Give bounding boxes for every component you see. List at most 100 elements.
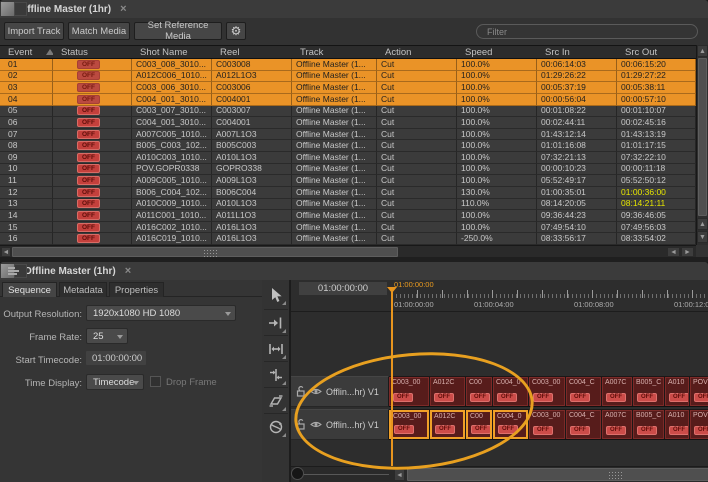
table-row[interactable]: 01OFFC003_008_3010...C003008Offline Mast… bbox=[0, 59, 696, 71]
table-row[interactable]: 08OFFB005_C003_102...B005C003Offline Mas… bbox=[0, 140, 696, 152]
timeline-clip[interactable]: A007COFF bbox=[602, 377, 632, 406]
eye-icon[interactable] bbox=[310, 387, 322, 396]
close-icon[interactable]: × bbox=[120, 3, 126, 15]
lock-open-icon[interactable] bbox=[296, 419, 306, 430]
scroll-up2-icon[interactable]: ▲ bbox=[697, 218, 708, 230]
tab-sequence[interactable]: Sequence bbox=[2, 282, 57, 297]
scroll-right-icon[interactable]: ► bbox=[681, 247, 694, 257]
timeline-clip[interactable]: A007COFF bbox=[602, 410, 632, 439]
scroll-left-icon[interactable]: ◄ bbox=[394, 469, 405, 481]
table-row[interactable]: 07OFFA007C005_1010...A007L1O3Offline Mas… bbox=[0, 129, 696, 141]
timeline-clip[interactable]: C003_00OFF bbox=[389, 410, 429, 439]
track-2-lane[interactable]: C003_00OFFA012COFFC00OFFC004_0OFFC003_00… bbox=[389, 409, 708, 440]
playhead-line[interactable] bbox=[391, 288, 393, 466]
zoom-slider-knob[interactable] bbox=[291, 467, 304, 480]
table-h-scroll-thumb[interactable] bbox=[12, 247, 398, 257]
column-header-reel[interactable]: Reel bbox=[212, 46, 292, 58]
table-v-scrollbar[interactable]: ▲ ▲ ▼ bbox=[696, 45, 708, 257]
column-header-srcout[interactable]: Src Out bbox=[617, 46, 696, 58]
filter-input[interactable] bbox=[476, 24, 698, 39]
cell-srcout: 01:29:27:22 bbox=[617, 71, 696, 83]
lock-open-icon[interactable] bbox=[296, 386, 306, 397]
gear-icon[interactable]: ⚙ bbox=[226, 22, 246, 40]
timeline-clip[interactable]: A012COFF bbox=[430, 410, 465, 439]
timeline-clip[interactable]: A010OFF bbox=[665, 410, 689, 439]
column-header-action[interactable]: Action bbox=[377, 46, 457, 58]
cell-action: Cut bbox=[377, 164, 457, 176]
timeline-clip[interactable]: B005_COFF bbox=[633, 410, 664, 439]
drop-frame-checkbox[interactable] bbox=[150, 376, 161, 387]
timeline-clip[interactable]: B005_COFF bbox=[633, 377, 664, 406]
extend-edit-tool[interactable] bbox=[264, 311, 288, 335]
timeline-ruler[interactable] bbox=[392, 290, 708, 298]
track-2-header[interactable]: Offlin...hr) V1 bbox=[291, 409, 389, 440]
table-row[interactable]: 06OFFC004_001_3010...C004001Offline Mast… bbox=[0, 117, 696, 129]
column-header-speed[interactable]: Speed bbox=[457, 46, 537, 58]
track-2-name: Offlin...hr) V1 bbox=[326, 420, 379, 430]
track-1-lane[interactable]: C003_00OFFA012COFFC00OFFC004_0OFFC003_00… bbox=[389, 376, 708, 407]
playhead-marker[interactable] bbox=[387, 287, 397, 293]
scroll-left2-icon[interactable]: ◄ bbox=[667, 247, 680, 257]
start-timecode-field[interactable]: 01:00:00:00 bbox=[86, 351, 146, 365]
timeline-clip[interactable]: C003_00OFF bbox=[529, 410, 565, 439]
timeline-clip[interactable]: C003_00OFF bbox=[529, 377, 565, 406]
timeline-clip[interactable]: C00OFF bbox=[466, 377, 492, 406]
table-row[interactable]: 09OFFA010C003_1010...A010L1O3Offline Mas… bbox=[0, 152, 696, 164]
trim-tool[interactable] bbox=[264, 337, 288, 361]
timeline-clip[interactable]: C00OFF bbox=[466, 410, 492, 439]
timeline-clip[interactable]: C004_COFF bbox=[566, 410, 601, 439]
frame-rate-select[interactable]: 25 bbox=[86, 328, 128, 344]
cell-action: Cut bbox=[377, 117, 457, 129]
time-display-select[interactable]: Timecode bbox=[86, 374, 144, 390]
timeline-clip[interactable]: A012COFF bbox=[430, 377, 465, 406]
table-row[interactable]: 02OFFA012C006_1010...A012L1O3Offline Mas… bbox=[0, 71, 696, 83]
eye-icon[interactable] bbox=[310, 420, 322, 429]
match-media-button[interactable]: Match Media bbox=[68, 22, 130, 40]
timeline-clip[interactable]: C004_0OFF bbox=[493, 410, 528, 439]
table-row[interactable]: 04OFFC004_001_3010...C004001Offline Mast… bbox=[0, 94, 696, 106]
table-row[interactable]: 10OFFPOV.GOPR0338GOPRO338Offline Master … bbox=[0, 164, 696, 176]
table-row[interactable]: 03OFFC003_006_3010...C003006Offline Mast… bbox=[0, 82, 696, 94]
globe-tool[interactable] bbox=[264, 415, 288, 439]
tab-offline-master-top[interactable]: ≡ Offline Master (1hr) × bbox=[0, 0, 708, 18]
tab-properties[interactable]: Properties bbox=[109, 282, 164, 297]
tab-metadata[interactable]: Metadata bbox=[59, 282, 107, 297]
set-reference-media-button[interactable]: Set Reference Media bbox=[134, 22, 222, 40]
tab-offline-master-bottom[interactable]: Offline Master (1hr) × bbox=[0, 262, 708, 280]
table-row[interactable]: 15OFFA016C002_1010...A016L1O3Offline Mas… bbox=[0, 222, 696, 234]
cell-shot: A010C003_1010... bbox=[132, 152, 212, 164]
scroll-left-icon[interactable]: ◄ bbox=[1, 247, 11, 257]
timeline-clip[interactable]: A010OFF bbox=[665, 377, 689, 406]
column-header-srcin[interactable]: Src In bbox=[537, 46, 617, 58]
event-table-header[interactable]: EventStatusShot NameReelTrackActionSpeed… bbox=[0, 45, 696, 59]
table-v-scroll-thumb[interactable] bbox=[698, 58, 707, 216]
timeline-clip[interactable]: POVOFF bbox=[690, 410, 708, 439]
scroll-up-icon[interactable]: ▲ bbox=[697, 45, 708, 57]
table-row[interactable]: 12OFFB006_C004_102...B006C004Offline Mas… bbox=[0, 187, 696, 199]
track-1-header[interactable]: Offlin...hr) V1 bbox=[291, 376, 389, 407]
timeline-clip[interactable]: C004_0OFF bbox=[493, 377, 528, 406]
timeline-clip[interactable]: C004_COFF bbox=[566, 377, 601, 406]
output-resolution-select[interactable]: 1920x1080 HD 1080 bbox=[86, 305, 236, 321]
table-row[interactable]: 14OFFA011C001_1010...A011L1O3Offline Mas… bbox=[0, 210, 696, 222]
import-track-button[interactable]: Import Track bbox=[4, 22, 64, 40]
table-row[interactable]: 16OFFA016C019_1010...A016L1O3Offline Mas… bbox=[0, 233, 696, 245]
table-h-scrollbar[interactable]: ◄ ◄ ► bbox=[0, 245, 696, 257]
table-row[interactable]: 05OFFC003_007_3010...C003007Offline Mast… bbox=[0, 106, 696, 118]
column-header-shot[interactable]: Shot Name bbox=[132, 46, 212, 58]
sort-icon[interactable] bbox=[46, 49, 53, 55]
zoom-slider-track[interactable] bbox=[294, 474, 389, 475]
close-icon[interactable]: × bbox=[125, 265, 131, 277]
timeline-h-scroll-thumb[interactable] bbox=[407, 468, 708, 481]
column-header-event[interactable]: Event bbox=[0, 46, 53, 58]
table-row[interactable]: 11OFFA009C005_1010...A009L1O3Offline Mas… bbox=[0, 175, 696, 187]
slide-tool[interactable] bbox=[264, 363, 288, 387]
slip-tool[interactable] bbox=[264, 389, 288, 413]
column-header-track[interactable]: Track bbox=[292, 46, 377, 58]
scroll-down-icon[interactable]: ▼ bbox=[697, 231, 708, 243]
table-row[interactable]: 13OFFA010C009_1010...A010L1O3Offline Mas… bbox=[0, 199, 696, 211]
pointer-tool[interactable] bbox=[264, 283, 288, 307]
column-header-status[interactable]: Status bbox=[53, 46, 132, 58]
timeline-clip[interactable]: POVOFF bbox=[690, 377, 708, 406]
timeline-clip[interactable]: C003_00OFF bbox=[389, 377, 429, 406]
